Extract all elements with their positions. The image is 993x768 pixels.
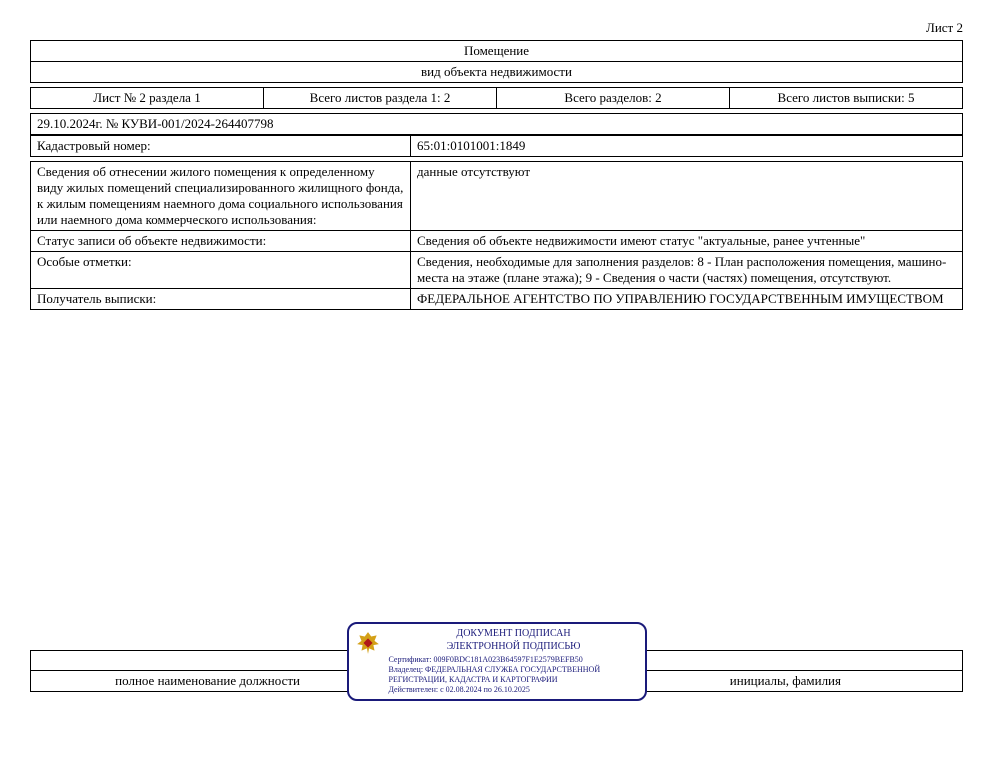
object-subtitle: вид объекта недвижимости [31,62,963,83]
page-number: Лист 2 [30,20,963,36]
footer-initials-label: инициалы, фамилия [608,671,962,692]
cadastral-label: Кадастровый номер: [31,136,411,157]
sig-title-1: ДОКУМЕНТ ПОДПИСАН [389,628,639,641]
housing-fund-value: данные отсутствуют [411,162,963,231]
sig-title-2: ЭЛЕКТРОННОЙ ПОДПИСЬЮ [389,641,639,654]
meta-row-table: Лист № 2 раздела 1 Всего листов раздела … [30,87,963,109]
details-table: Сведения об отнесении жилого помещения к… [30,161,963,310]
doc-reference: 29.10.2024г. № КУВИ-001/2024-264407798 [31,114,963,135]
emblem-icon [355,630,381,656]
meta-total-section-sheets: Всего листов раздела 1: 2 [264,88,497,109]
sig-owner: Владелец: ФЕДЕРАЛЬНАЯ СЛУЖБА ГОСУДАРСТВЕ… [389,665,639,685]
meta-total-sections: Всего разделов: 2 [497,88,730,109]
housing-fund-label: Сведения об отнесении жилого помещения к… [31,162,411,231]
footer-initials-blank [608,651,962,671]
status-label: Статус записи об объекте недвижимости: [31,231,411,252]
sig-valid: Действителен: с 02.08.2024 по 26.10.2025 [389,685,639,695]
object-header-table: Помещение вид объекта недвижимости [30,40,963,83]
special-notes-label: Особые отметки: [31,252,411,289]
recipient-value: ФЕДЕРАЛЬНОЕ АГЕНТСТВО ПО УПРАВЛЕНИЮ ГОСУ… [411,289,963,310]
footer-position-blank [31,651,385,671]
doc-ref-table: 29.10.2024г. № КУВИ-001/2024-264407798 [30,113,963,135]
sig-cert: Сертификат: 009F0BDC181A023B64597F1E2579… [389,655,639,665]
cadastral-table: Кадастровый номер: 65:01:0101001:1849 [30,135,963,157]
special-notes-value: Сведения, необходимые для заполнения раз… [411,252,963,289]
meta-total-extract-sheets: Всего листов выписки: 5 [730,88,963,109]
cadastral-value: 65:01:0101001:1849 [411,136,963,157]
object-title: Помещение [31,41,963,62]
footer-position-label: полное наименование должности [31,671,385,692]
status-value: Сведения об объекте недвижимости имеют с… [411,231,963,252]
recipient-label: Получатель выписки: [31,289,411,310]
meta-sheet-section: Лист № 2 раздела 1 [31,88,264,109]
digital-signature-stamp: ДОКУМЕНТ ПОДПИСАН ЭЛЕКТРОННОЙ ПОДПИСЬЮ С… [347,622,647,701]
